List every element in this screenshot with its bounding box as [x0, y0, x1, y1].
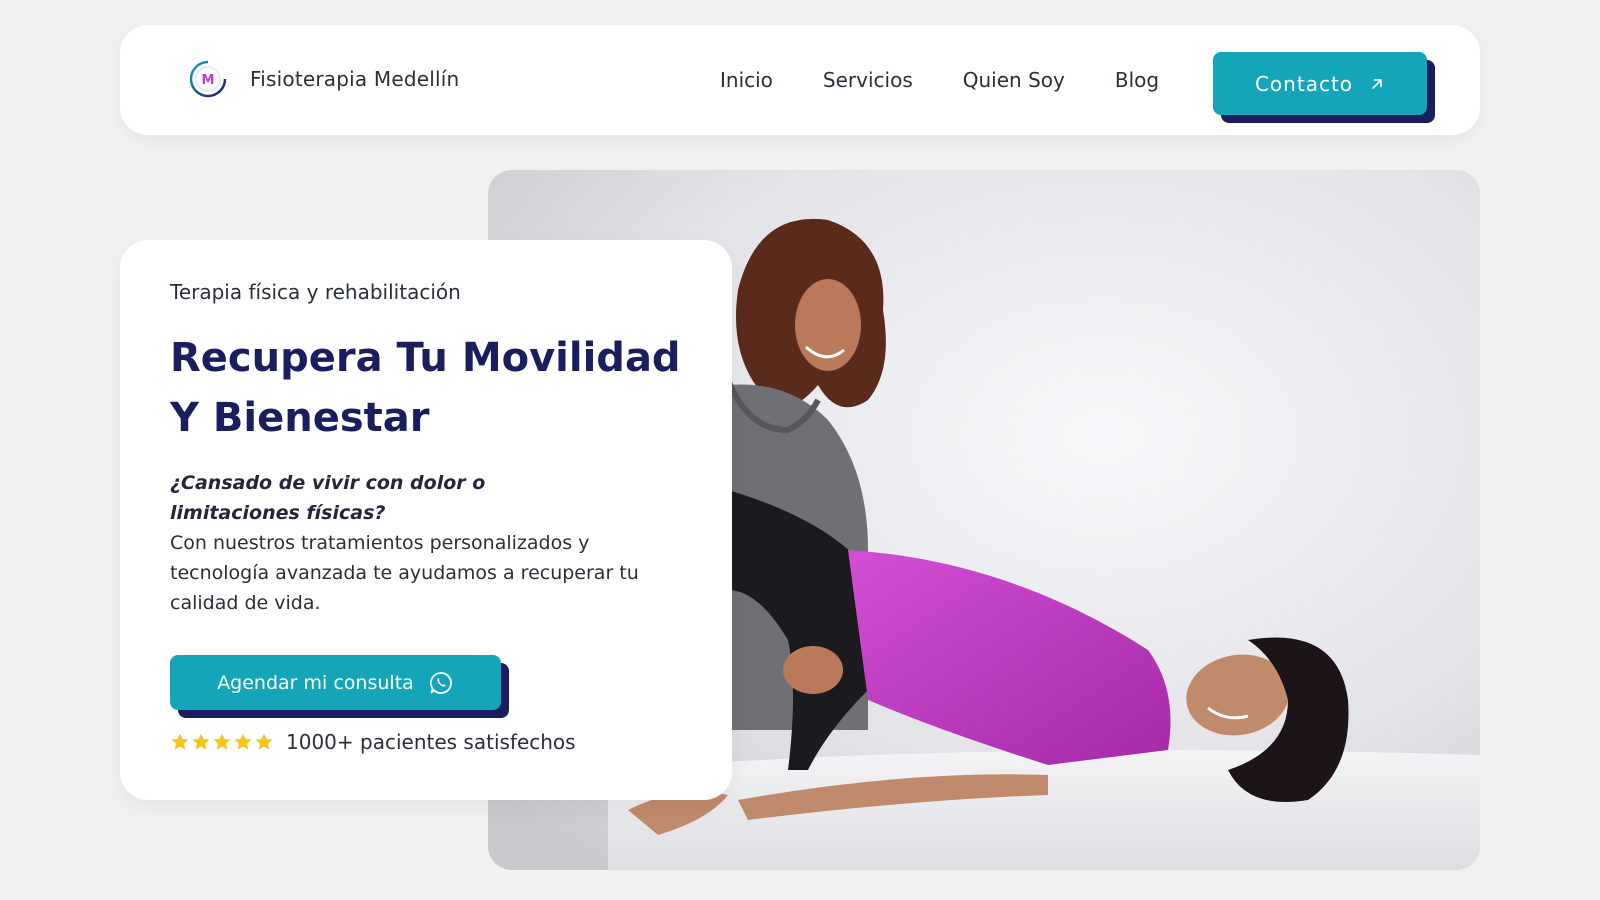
contact-button-label: Contacto: [1254, 71, 1354, 96]
hero-card: Terapia física y rehabilitación Recupera…: [120, 240, 732, 800]
logo-icon: M: [189, 60, 227, 98]
cta-button-label: Agendar mi consulta: [217, 671, 414, 694]
star-icon: [192, 733, 210, 750]
svg-text:M: M: [202, 73, 215, 88]
hero-headline: Recupera Tu Movilidad Y Bienestar: [170, 335, 681, 441]
contact-button-wrapper: Contacto: [1213, 52, 1435, 123]
hero-description: Con nuestros tratamientos personalizados…: [170, 532, 639, 614]
nav-link-servicios[interactable]: Servicios: [823, 68, 913, 92]
main-nav: Inicio Servicios Quien Soy Blog: [720, 25, 1159, 135]
rating-stars: [170, 732, 274, 752]
nav-link-quien-soy[interactable]: Quien Soy: [963, 68, 1065, 92]
cta-button-wrapper: Agendar mi consulta: [170, 655, 509, 718]
rating-text: 1000+ pacientes satisfechos: [286, 730, 576, 754]
schedule-consultation-button[interactable]: Agendar mi consulta: [170, 655, 501, 710]
rating: 1000+ pacientes satisfechos: [170, 730, 576, 754]
brand-name: Fisioterapia Medellín: [250, 67, 460, 91]
nav-link-inicio[interactable]: Inicio: [720, 68, 773, 92]
whatsapp-icon: [429, 671, 452, 694]
contact-button[interactable]: Contacto: [1213, 52, 1427, 115]
star-icon: [234, 733, 252, 750]
top-navbar: M Fisioterapia Medellín Inicio Servicios…: [120, 25, 1480, 135]
brand[interactable]: M Fisioterapia Medellín: [188, 59, 459, 99]
hero-eyebrow: Terapia física y rehabilitación: [170, 280, 461, 304]
nav-link-blog[interactable]: Blog: [1115, 68, 1159, 92]
star-icon: [255, 733, 273, 750]
star-icon: [213, 733, 231, 750]
star-icon: [171, 733, 189, 750]
hero-question: ¿Cansado de vivir con dolor o limitacion…: [170, 472, 486, 524]
arrow-up-right-icon: [1372, 78, 1382, 89]
